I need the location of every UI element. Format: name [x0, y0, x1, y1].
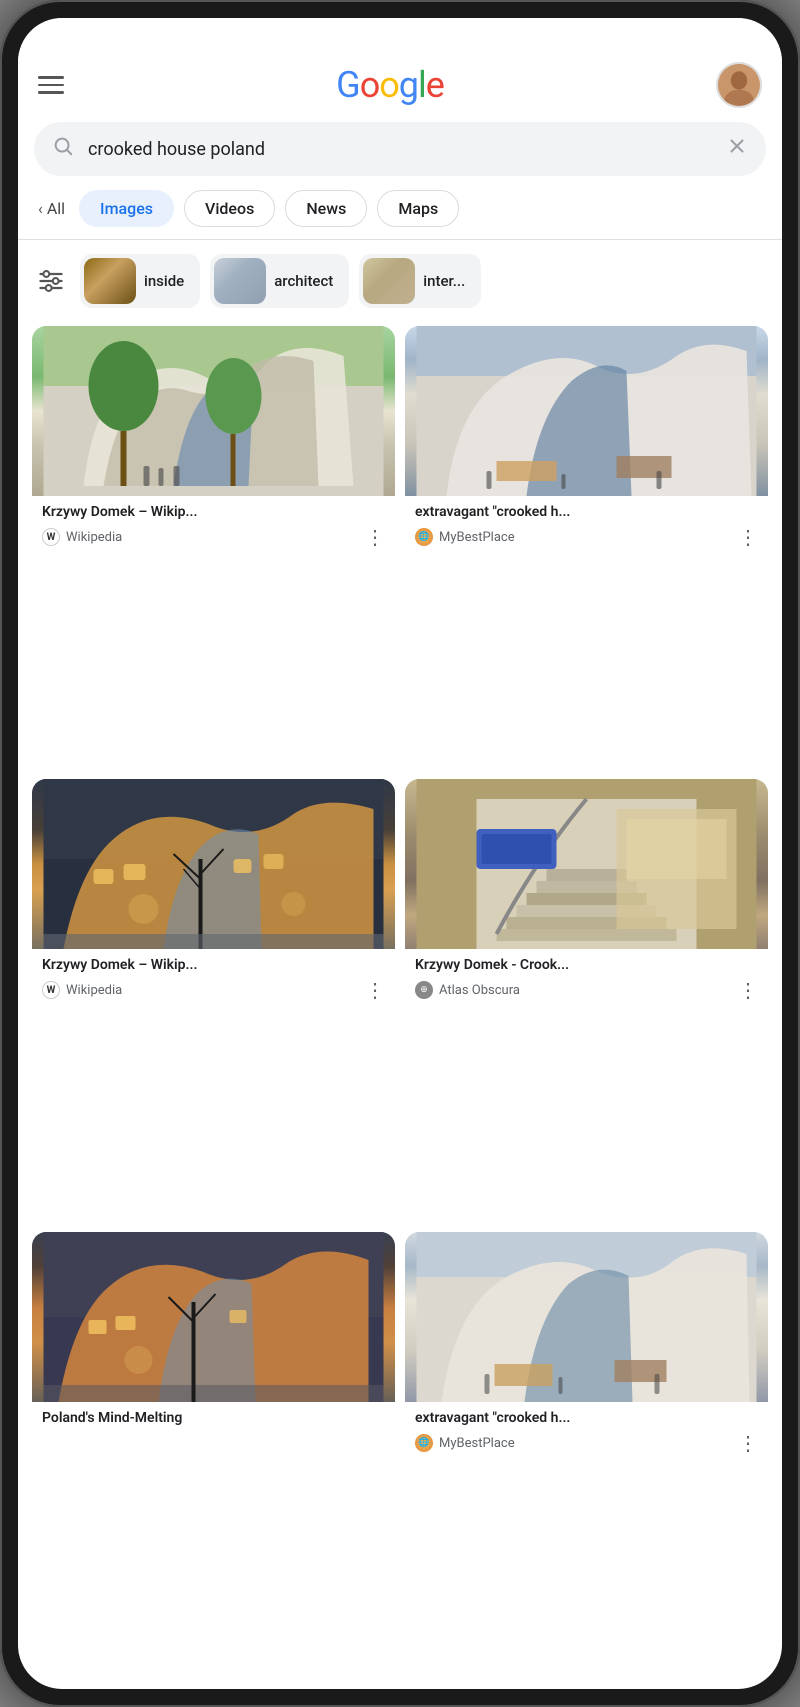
result-card-3[interactable]: Krzywy Domek – Wikip... W Wikipedia ⋮: [32, 779, 395, 1222]
tab-all[interactable]: ‹ All: [34, 191, 69, 226]
source-name-2: MyBestPlace: [439, 530, 515, 545]
tab-maps-label: Maps: [398, 199, 438, 218]
search-query-text[interactable]: crooked house poland: [88, 139, 726, 160]
result-title-5: Poland's Mind-Melting: [42, 1410, 385, 1426]
source-left-1: W Wikipedia: [42, 528, 122, 546]
tab-images[interactable]: Images: [79, 190, 174, 227]
chevron-left-icon: ‹: [38, 199, 43, 218]
source-name-4: Atlas Obscura: [439, 983, 520, 998]
filter-chip-interior-label: inter...: [423, 272, 465, 290]
result-card-info-3: Krzywy Domek – Wikip... W Wikipedia ⋮: [32, 949, 395, 1012]
result-card-5[interactable]: Poland's Mind-Melting: [32, 1232, 395, 1675]
source-left-4: ⊕ Atlas Obscura: [415, 981, 520, 999]
status-bar: [18, 18, 782, 54]
phone-screen: Google crooked house po: [18, 18, 782, 1689]
more-options-6[interactable]: ⋮: [738, 1431, 758, 1455]
tab-images-label: Images: [100, 199, 153, 218]
result-title-2: extravagant "crooked h...: [415, 504, 758, 520]
result-image-4: [405, 779, 768, 949]
phone-frame: Google crooked house po: [0, 0, 800, 1707]
result-image-3: [32, 779, 395, 949]
result-title-4: Krzywy Domek - Crook...: [415, 957, 758, 973]
result-card-info-5: Poland's Mind-Melting: [32, 1402, 395, 1441]
result-title-3: Krzywy Domek – Wikip...: [42, 957, 385, 973]
result-source-6: 🌐 MyBestPlace ⋮: [415, 1431, 758, 1455]
result-card-info-2: extravagant "crooked h... 🌐 MyBestPlace …: [405, 496, 768, 559]
search-bar[interactable]: crooked house poland: [34, 122, 766, 176]
tab-videos-label: Videos: [205, 199, 254, 218]
filter-chip-thumb-interior: [363, 258, 415, 304]
tab-news-label: News: [306, 199, 346, 218]
image-filter-row: inside architect inter...: [18, 240, 782, 322]
filter-chip-architect-label: architect: [274, 272, 333, 290]
result-image-6: [405, 1232, 768, 1402]
more-options-4[interactable]: ⋮: [738, 978, 758, 1002]
tab-all-label[interactable]: All: [47, 199, 65, 218]
result-image-1: [32, 326, 395, 496]
filter-chip-thumb-architect: [214, 258, 266, 304]
google-logo: Google: [336, 64, 444, 106]
source-left-2: 🌐 MyBestPlace: [415, 528, 515, 546]
result-image-5: [32, 1232, 395, 1402]
result-card-6[interactable]: extravagant "crooked h... 🌐 MyBestPlace …: [405, 1232, 768, 1675]
filter-adjust-icon[interactable]: [32, 262, 70, 300]
result-card-4[interactable]: Krzywy Domek - Crook... ⊕ Atlas Obscura …: [405, 779, 768, 1222]
result-card-info-1: Krzywy Domek – Wikip... W Wikipedia ⋮: [32, 496, 395, 559]
source-name-6: MyBestPlace: [439, 1436, 515, 1451]
result-card-info-6: extravagant "crooked h... 🌐 MyBestPlace …: [405, 1402, 768, 1465]
wikipedia-icon-3: W: [42, 981, 60, 999]
mybest-icon-2: 🌐: [415, 528, 433, 546]
result-source-4: ⊕ Atlas Obscura ⋮: [415, 978, 758, 1002]
filter-chip-interior[interactable]: inter...: [359, 254, 481, 308]
tab-news[interactable]: News: [285, 190, 367, 227]
result-title-1: Krzywy Domek – Wikip...: [42, 504, 385, 520]
atlas-icon-4: ⊕: [415, 981, 433, 999]
source-name-3: Wikipedia: [66, 983, 122, 998]
filter-chip-architect[interactable]: architect: [210, 254, 349, 308]
source-left-3: W Wikipedia: [42, 981, 122, 999]
avatar-image: [718, 64, 760, 106]
result-card-info-4: Krzywy Domek - Crook... ⊕ Atlas Obscura …: [405, 949, 768, 1012]
filter-tabs: ‹ All Images Videos News Maps: [18, 190, 782, 240]
result-title-6: extravagant "crooked h...: [415, 1410, 758, 1426]
result-card-2[interactable]: extravagant "crooked h... 🌐 MyBestPlace …: [405, 326, 768, 769]
mybest-icon-6: 🌐: [415, 1434, 433, 1452]
result-source-3: W Wikipedia ⋮: [42, 978, 385, 1002]
more-options-2[interactable]: ⋮: [738, 525, 758, 549]
tab-maps[interactable]: Maps: [377, 190, 459, 227]
avatar[interactable]: [716, 62, 762, 108]
clear-search-icon[interactable]: [726, 135, 748, 163]
result-image-2: [405, 326, 768, 496]
filter-chip-inside-label: inside: [144, 272, 184, 290]
filter-chip-thumb-inside: [84, 258, 136, 304]
result-card-1[interactable]: Krzywy Domek – Wikip... W Wikipedia ⋮: [32, 326, 395, 769]
source-left-6: 🌐 MyBestPlace: [415, 1434, 515, 1452]
wikipedia-icon-1: W: [42, 528, 60, 546]
more-options-1[interactable]: ⋮: [365, 525, 385, 549]
filter-chip-inside[interactable]: inside: [80, 254, 200, 308]
tab-videos[interactable]: Videos: [184, 190, 275, 227]
hamburger-menu-icon[interactable]: [38, 76, 64, 94]
results-grid: Krzywy Domek – Wikip... W Wikipedia ⋮: [18, 322, 782, 1689]
result-source-1: W Wikipedia ⋮: [42, 525, 385, 549]
result-source-2: 🌐 MyBestPlace ⋮: [415, 525, 758, 549]
source-name-1: Wikipedia: [66, 530, 122, 545]
more-options-3[interactable]: ⋮: [365, 978, 385, 1002]
search-icon: [52, 135, 74, 163]
header: Google: [18, 54, 782, 118]
